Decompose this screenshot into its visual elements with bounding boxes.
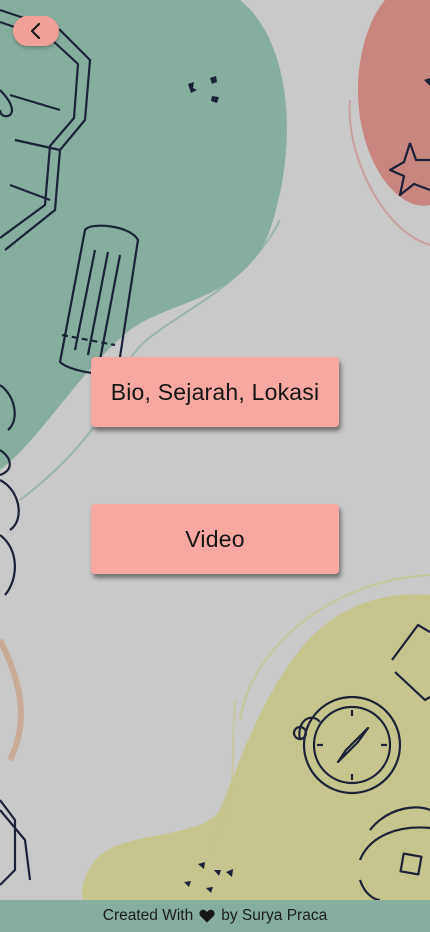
- footer: Created With by Surya Praca: [0, 900, 430, 932]
- red-blob: [357, 0, 430, 206]
- chevron-left-icon: [30, 22, 41, 40]
- video-button[interactable]: Video: [91, 504, 339, 574]
- heart-icon: [199, 909, 215, 923]
- footer-suffix: by Surya Praca: [221, 907, 328, 924]
- app-screen: Bio, Sejarah, Lokasi Video Created With …: [0, 0, 430, 932]
- background-illustration: [0, 0, 430, 902]
- video-button-label: Video: [185, 525, 245, 552]
- bio-sejarah-lokasi-button[interactable]: Bio, Sejarah, Lokasi: [91, 357, 339, 427]
- bio-button-label: Bio, Sejarah, Lokasi: [110, 378, 320, 405]
- yellow-blob: [82, 594, 430, 900]
- back-button[interactable]: [13, 16, 59, 46]
- footer-prefix: Created With: [102, 907, 194, 924]
